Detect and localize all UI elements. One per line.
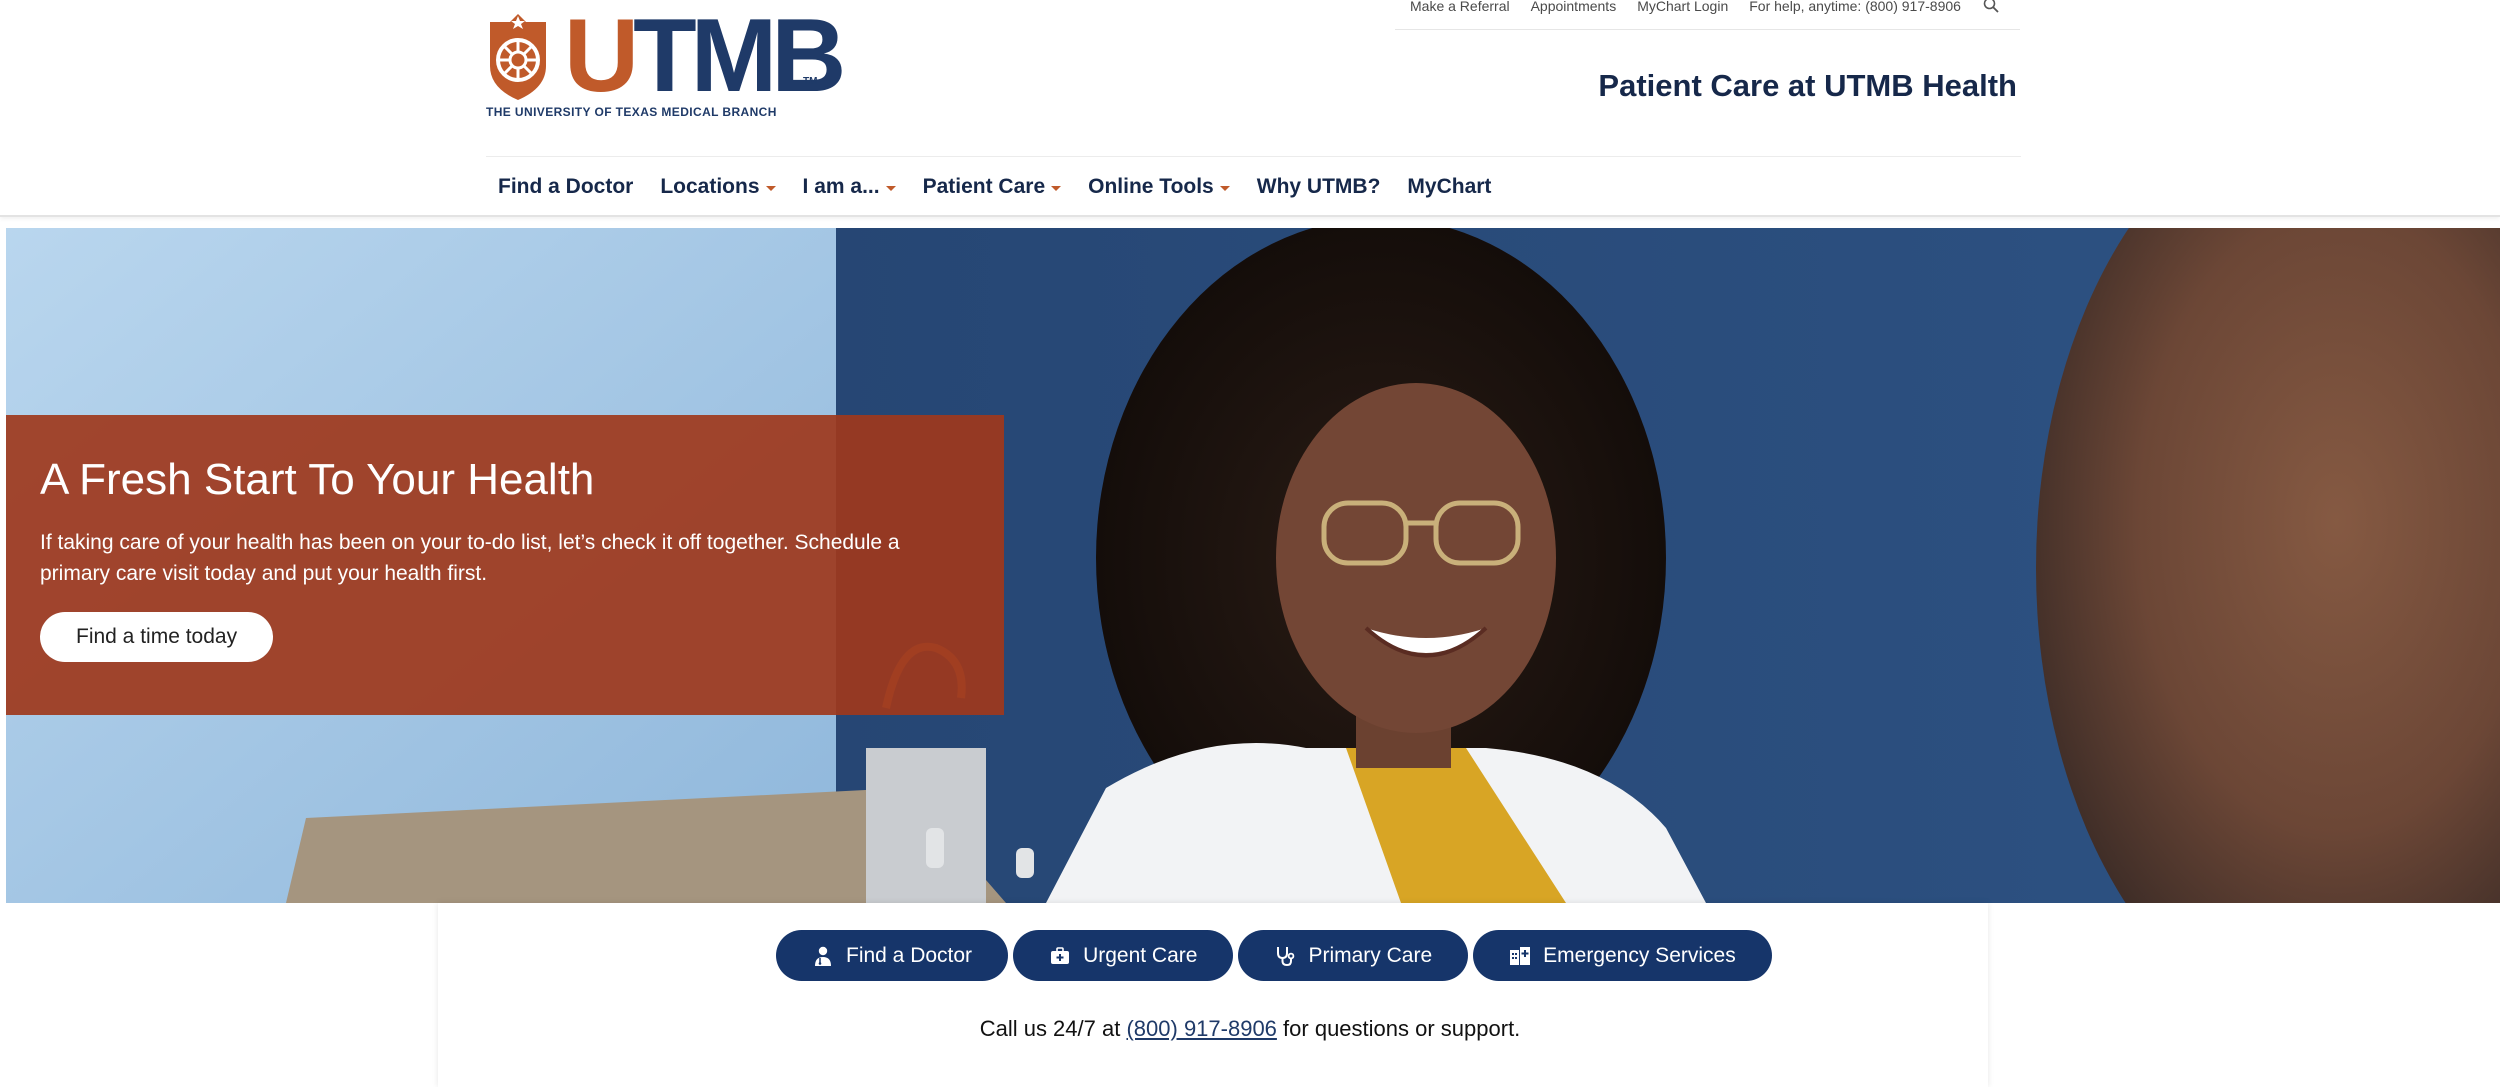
- nav-item-find-a-doctor[interactable]: Find a Doctor: [498, 175, 633, 199]
- nav-item-patient-care[interactable]: Patient Care: [923, 175, 1062, 199]
- find-a-doctor-button[interactable]: Find a Doctor: [776, 930, 1009, 981]
- quick-link-label: Emergency Services: [1543, 943, 1736, 967]
- nav-item-label: Patient Care: [922, 175, 1046, 198]
- nav-item-locations[interactable]: Locations: [660, 175, 776, 199]
- contact-line: Call us 24/7 at (800) 917-8906 for quest…: [0, 1016, 2500, 1042]
- caret-down-icon: [1219, 185, 1230, 191]
- utmb-wordmark: UTMB: [564, 4, 846, 108]
- appointments-link[interactable]: Appointments: [1531, 0, 1617, 13]
- contact-prefix: Call us 24/7 at: [979, 1016, 1121, 1041]
- promo-panel: A Fresh Start To Your Health If taking c…: [6, 415, 1004, 715]
- nav-item-label: Why UTMB?: [1256, 175, 1381, 198]
- find-a-time-button[interactable]: Find a time today: [40, 612, 274, 662]
- hero-heading: A Fresh Start To Your Health: [40, 455, 595, 504]
- nav-item-label: Locations: [660, 175, 760, 198]
- phone-link[interactable]: (800) 917-8906: [1126, 1016, 1276, 1041]
- trademark-symbol: TM: [803, 76, 818, 87]
- nav-item-label: Find a Doctor: [498, 175, 634, 198]
- nav-item-online-tools[interactable]: Online Tools: [1088, 175, 1230, 199]
- quick-link-label: Find a Doctor: [846, 943, 973, 967]
- wordmark-tmb: TMB: [633, 0, 846, 114]
- page-title: Patient Care at UTMB Health: [1598, 68, 2017, 103]
- utility-nav: Make a Referral Appointments MyChart Log…: [1395, 0, 2020, 30]
- nav-item-mychart[interactable]: MyChart: [1407, 175, 1491, 199]
- utmb-logo[interactable]: UTMB TM THE UNIVERSITY OF TEXAS MEDICAL …: [486, 4, 846, 125]
- nav-divider: [486, 156, 2021, 157]
- urgent-care-button[interactable]: Urgent Care: [1013, 930, 1234, 981]
- nav-item-label: I am a...: [802, 175, 880, 198]
- primary-care-button[interactable]: Primary Care: [1238, 930, 1469, 981]
- hospital-icon: [1509, 945, 1531, 967]
- quick-link-label: Urgent Care: [1083, 943, 1198, 967]
- caret-down-icon: [1051, 185, 1062, 191]
- utmb-shield-icon: [490, 14, 546, 100]
- emergency-services-button[interactable]: Emergency Services: [1473, 930, 1772, 981]
- hero-body: If taking care of your health has been o…: [40, 531, 900, 585]
- nav-item-label: MyChart: [1407, 175, 1492, 198]
- wordmark-u: U: [564, 0, 639, 114]
- quick-links: Find a Doctor Urgent Care Primary Care E…: [776, 930, 1777, 981]
- caret-down-icon: [765, 185, 776, 191]
- help-phone-link[interactable]: For help, anytime: (800) 917-8906: [1749, 0, 1961, 13]
- nav-item-why-utmb[interactable]: Why UTMB?: [1257, 175, 1381, 199]
- nav-item-label: Online Tools: [1088, 175, 1214, 198]
- stethoscope-icon: [1274, 945, 1296, 967]
- nav-item-i-am-a[interactable]: I am a...: [803, 175, 896, 199]
- mychart-login-link[interactable]: MyChart Login: [1637, 0, 1728, 13]
- main-nav: Find a Doctor Locations I am a... Patien…: [486, 170, 1506, 204]
- site-header: UTMB TM THE UNIVERSITY OF TEXAS MEDICAL …: [0, 0, 2500, 217]
- make-referral-link[interactable]: Make a Referral: [1410, 0, 1510, 13]
- medical-bag-icon: [1049, 945, 1071, 967]
- search-icon[interactable]: [1982, 0, 2000, 14]
- caret-down-icon: [885, 185, 896, 191]
- quick-link-label: Primary Care: [1308, 943, 1433, 967]
- hero-banner: A Fresh Start To Your Health If taking c…: [6, 228, 2500, 903]
- logo-subtitle: THE UNIVERSITY OF TEXAS MEDICAL BRANCH: [486, 105, 777, 119]
- contact-suffix: for questions or support.: [1283, 1016, 1521, 1041]
- doctor-icon: [812, 945, 834, 967]
